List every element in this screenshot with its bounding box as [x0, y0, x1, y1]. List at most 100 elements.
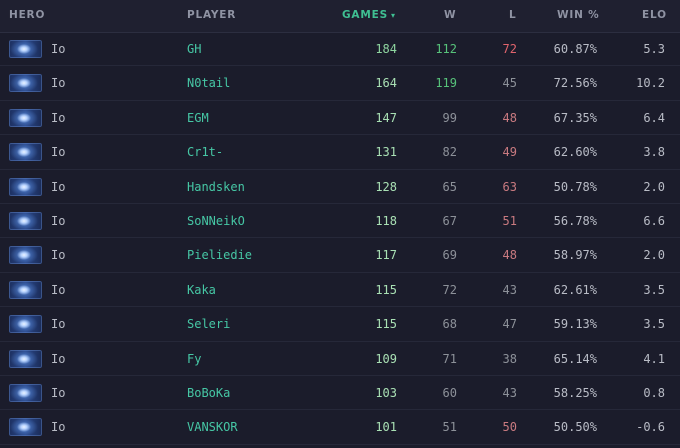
elo-rating: 10.2	[636, 76, 665, 91]
win-percentage: 62.60%	[553, 145, 597, 160]
table-row[interactable]: Io Fy 109 71 38 65.14% 4.1	[0, 342, 680, 376]
hero-name: Io	[51, 385, 66, 400]
elo-rating: 4.1	[643, 351, 665, 366]
player-name-link[interactable]: Cr1t-	[187, 135, 223, 169]
table-row[interactable]: Io Cr1t- 131 82 49 62.60% 3.8	[0, 135, 680, 170]
games-count: 101	[375, 420, 397, 435]
win-percentage: 72.56%	[553, 76, 597, 91]
io-hero-portrait-icon[interactable]	[9, 383, 42, 402]
wins-count: 69	[442, 248, 457, 263]
win-percentage: 67.35%	[553, 110, 597, 125]
table-row[interactable]: Io VANSKOR 101 51 50 50.50% -0.6	[0, 410, 680, 445]
games-count: 147	[375, 110, 397, 125]
games-count: 128	[375, 179, 397, 194]
hero-name: Io	[51, 248, 66, 263]
table-body: Io GH 184 112 72 60.87% 5.3 Io N0tail 164 119 45 72.…	[0, 32, 680, 445]
io-hero-portrait-icon[interactable]	[9, 246, 42, 265]
losses-count: 51	[502, 213, 517, 228]
io-hero-portrait-icon[interactable]	[9, 143, 42, 162]
table-row[interactable]: Io EGM 147 99 48 67.35% 6.4	[0, 101, 680, 136]
table-row[interactable]: Io Handsken 128 65 63 50.78% 2.0	[0, 170, 680, 204]
column-header-hero[interactable]: HERO	[9, 0, 45, 30]
player-name-link[interactable]: N0tail	[187, 66, 230, 100]
hero-name: Io	[51, 317, 66, 332]
win-percentage: 56.78%	[553, 213, 597, 228]
losses-count: 47	[502, 317, 517, 332]
column-header-elo[interactable]: ELO	[642, 0, 667, 30]
column-header-player[interactable]: PLAYER	[187, 0, 236, 30]
io-hero-portrait-icon[interactable]	[9, 418, 42, 437]
player-name-link[interactable]: BoBoKa	[187, 376, 230, 410]
player-name-link[interactable]: Kaka	[187, 273, 216, 307]
wins-count: 71	[442, 351, 457, 366]
elo-rating: 5.3	[643, 42, 665, 56]
io-hero-portrait-icon[interactable]	[9, 177, 42, 196]
player-name-link[interactable]: VANSKOR	[187, 410, 238, 444]
games-count: 118	[375, 213, 397, 228]
column-header-games[interactable]: GAMES ▾	[342, 0, 396, 30]
wins-count: 82	[442, 145, 457, 160]
win-percentage: 58.97%	[553, 248, 597, 263]
games-count: 115	[375, 317, 397, 332]
table-row[interactable]: Io BoBoKa 103 60 43 58.25% 0.8	[0, 376, 680, 411]
losses-count: 72	[502, 42, 517, 56]
games-count: 131	[375, 145, 397, 160]
column-header-games-label: GAMES	[342, 9, 388, 21]
wins-count: 51	[442, 420, 457, 435]
hero-name: Io	[51, 76, 66, 91]
sort-descending-icon: ▾	[390, 11, 396, 20]
io-hero-portrait-icon[interactable]	[9, 74, 42, 93]
wins-count: 72	[442, 282, 457, 297]
games-count: 164	[375, 76, 397, 91]
win-percentage: 60.87%	[553, 42, 597, 56]
wins-count: 67	[442, 213, 457, 228]
wins-count: 119	[435, 76, 457, 91]
hero-name: Io	[51, 110, 66, 125]
table-row[interactable]: Io SoNNeikO 118 67 51 56.78% 6.6	[0, 204, 680, 239]
win-percentage: 59.13%	[553, 317, 597, 332]
player-name-link[interactable]: Seleri	[187, 307, 230, 341]
io-hero-portrait-icon[interactable]	[9, 280, 42, 299]
player-name-link[interactable]: GH	[187, 32, 201, 66]
table-header: HERO PLAYER GAMES ▾ W L WIN % ELO	[0, 0, 680, 33]
table-row[interactable]: Io N0tail 164 119 45 72.56% 10.2	[0, 66, 680, 101]
hero-player-stats-table: HERO PLAYER GAMES ▾ W L WIN % ELO Io GH 184…	[0, 0, 680, 448]
table-row[interactable]: Io GH 184 112 72 60.87% 5.3	[0, 32, 680, 67]
table-row[interactable]: Io Seleri 115 68 47 59.13% 3.5	[0, 307, 680, 342]
elo-rating: 6.4	[643, 110, 665, 125]
elo-rating: 2.0	[643, 179, 665, 194]
wins-count: 60	[442, 385, 457, 400]
player-name-link[interactable]: SoNNeikO	[187, 204, 245, 238]
io-hero-portrait-icon[interactable]	[9, 40, 42, 58]
elo-rating: 3.5	[643, 282, 665, 297]
io-hero-portrait-icon[interactable]	[9, 211, 42, 230]
wins-count: 65	[442, 179, 457, 194]
io-hero-portrait-icon[interactable]	[9, 349, 42, 368]
table-row[interactable]: Io Pieliedie 117 69 48 58.97% 2.0	[0, 238, 680, 273]
wins-count: 68	[442, 317, 457, 332]
elo-rating: 2.0	[643, 248, 665, 263]
elo-rating: -0.6	[636, 420, 665, 435]
win-percentage: 62.61%	[553, 282, 597, 297]
column-header-wins[interactable]: W	[444, 0, 456, 30]
wins-count: 112	[435, 42, 457, 56]
hero-name: Io	[51, 213, 66, 228]
hero-name: Io	[51, 420, 66, 435]
io-hero-portrait-icon[interactable]	[9, 315, 42, 334]
column-header-losses[interactable]: L	[509, 0, 517, 30]
player-name-link[interactable]: EGM	[187, 101, 209, 135]
win-percentage: 58.25%	[553, 385, 597, 400]
player-name-link[interactable]: Pieliedie	[187, 238, 252, 272]
player-name-link[interactable]: Fy	[187, 342, 201, 376]
losses-count: 63	[502, 179, 517, 194]
hero-name: Io	[51, 351, 66, 366]
column-header-winrate[interactable]: WIN %	[557, 0, 599, 30]
table-row[interactable]: Io Kaka 115 72 43 62.61% 3.5	[0, 273, 680, 308]
io-hero-portrait-icon[interactable]	[9, 108, 42, 127]
win-percentage: 50.50%	[553, 420, 597, 435]
elo-rating: 0.8	[643, 385, 665, 400]
player-name-link[interactable]: Handsken	[187, 170, 245, 204]
losses-count: 43	[502, 282, 517, 297]
losses-count: 43	[502, 385, 517, 400]
hero-name: Io	[51, 42, 66, 56]
